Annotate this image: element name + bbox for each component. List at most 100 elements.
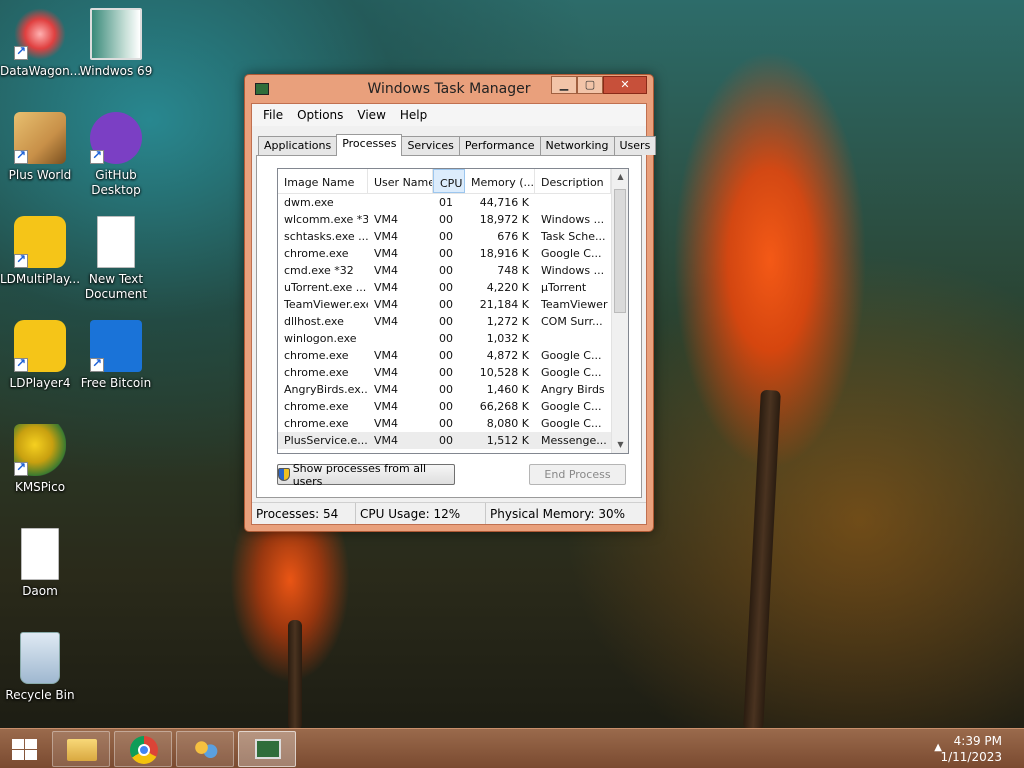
cell-memory: 66,268 K <box>479 400 529 413</box>
menu-options[interactable]: Options <box>290 108 350 122</box>
cell-description: Google C... <box>541 247 602 260</box>
process-row[interactable]: dwm.exe 01 44,716 K <box>278 194 628 211</box>
shortcut-arrow-icon <box>90 356 104 372</box>
menu-view[interactable]: View <box>350 108 392 122</box>
menu-help[interactable]: Help <box>393 108 434 122</box>
window-titlebar[interactable]: Windows Task Manager ▁ ▢ ✕ <box>245 75 653 103</box>
column-header-cpu[interactable]: CPU <box>433 169 465 193</box>
desktop-icon-label: Recycle Bin <box>5 688 75 702</box>
cell-user-name: VM4 <box>374 383 399 396</box>
shortcut-arrow-icon <box>14 356 28 372</box>
menu-bar: File Options View Help <box>252 104 646 126</box>
cell-user-name: VM4 <box>374 298 399 311</box>
cell-cpu: 00 <box>439 230 453 243</box>
process-row[interactable]: AngryBirds.ex... VM4 00 1,460 K Angry Birds <box>278 381 628 398</box>
cell-image-name: AngryBirds.ex... <box>284 383 368 396</box>
tab-processes[interactable]: Processes <box>336 134 403 156</box>
scroll-up-arrow-icon[interactable]: ▲ <box>612 169 628 185</box>
cell-user-name: VM4 <box>374 264 399 277</box>
maximize-button[interactable]: ▢ <box>577 76 603 94</box>
end-process-button[interactable]: End Process <box>529 464 626 485</box>
desktop-icon-github-desktop[interactable]: GitHub Desktop <box>76 112 156 198</box>
cell-cpu: 00 <box>439 417 453 430</box>
task-manager-window[interactable]: Windows Task Manager ▁ ▢ ✕ File Options … <box>244 74 657 532</box>
process-row[interactable]: dllhost.exe VM4 00 1,272 K COM Surr... <box>278 313 628 330</box>
process-row[interactable]: wlcomm.exe *32 VM4 00 18,972 K Windows ... <box>278 211 628 228</box>
desktop-icon-ldmultiplayer[interactable]: LDMultiPlay... <box>0 216 80 287</box>
process-row[interactable]: chrome.exe VM4 00 4,872 K Google C... <box>278 347 628 364</box>
tab-networking[interactable]: Networking <box>539 136 615 155</box>
users-icon <box>191 738 221 762</box>
task-manager-icon <box>255 739 281 759</box>
tab-strip: Applications Processes Services Performa… <box>258 134 657 156</box>
desktop-icon-new-text-document[interactable]: New Text Document <box>76 216 156 302</box>
cell-description: Angry Birds <box>541 383 605 396</box>
taskbar: ▲ 4:39 PM 1/11/2023 <box>0 728 1024 768</box>
shortcut-arrow-icon <box>90 148 104 164</box>
scroll-down-arrow-icon[interactable]: ▼ <box>612 437 628 453</box>
tab-users[interactable]: Users <box>613 136 657 155</box>
process-row[interactable]: TeamViewer.exe VM4 00 21,184 K TeamViewer <box>278 296 628 313</box>
desktop-icon-label: LDPlayer4 <box>9 376 71 390</box>
taskbar-clock[interactable]: 4:39 PM 1/11/2023 <box>940 733 1002 765</box>
process-row[interactable]: chrome.exe VM4 00 10,528 K Google C... <box>278 364 628 381</box>
cell-description: Google C... <box>541 400 602 413</box>
menu-file[interactable]: File <box>256 108 290 122</box>
taskbar-users-app[interactable] <box>176 731 234 767</box>
process-row[interactable]: winlogon.exe 00 1,032 K <box>278 330 628 347</box>
cell-image-name: PlusService.e... <box>284 434 368 447</box>
desktop-icon-datawagon[interactable]: DataWagon... <box>0 8 80 79</box>
cell-memory: 1,272 K <box>486 315 529 328</box>
process-row[interactable]: uTorrent.exe ... VM4 00 4,220 K µTorrent <box>278 279 628 296</box>
windows-logo-icon <box>25 750 37 760</box>
cell-image-name: chrome.exe <box>284 366 349 379</box>
column-header-user-name[interactable]: User Name <box>368 169 433 193</box>
cell-description: µTorrent <box>541 281 587 294</box>
column-header-description[interactable]: Description <box>535 169 611 193</box>
desktop-icon-free-bitcoin[interactable]: Free Bitcoin <box>76 320 156 391</box>
taskbar-file-explorer[interactable] <box>52 731 110 767</box>
desktop-icon-label: DataWagon... <box>0 64 80 78</box>
desktop-icon-ldplayer4[interactable]: LDPlayer4 <box>0 320 80 391</box>
process-list[interactable]: Image Name User Name CPU Memory (... Des… <box>277 168 629 454</box>
shortcut-arrow-icon <box>14 148 28 164</box>
process-rows: dwm.exe 01 44,716 K wlcomm.exe *32 VM4 00 18,9… <box>278 194 628 449</box>
desktop-icon-label: Daom <box>22 584 58 598</box>
minimize-button[interactable]: ▁ <box>551 76 577 94</box>
tab-services[interactable]: Services <box>401 136 460 155</box>
cell-image-name: chrome.exe <box>284 247 349 260</box>
cell-user-name: VM4 <box>374 400 399 413</box>
desktop-icon-recycle-bin[interactable]: Recycle Bin <box>0 632 80 703</box>
tab-performance[interactable]: Performance <box>458 136 541 155</box>
process-row[interactable]: chrome.exe VM4 00 18,916 K Google C... <box>278 245 628 262</box>
cell-image-name: wlcomm.exe *32 <box>284 213 368 226</box>
desktop-icon-daom[interactable]: Daom <box>0 528 80 599</box>
desktop-icon-kmspico[interactable]: KMSPico <box>0 424 80 495</box>
process-row[interactable]: cmd.exe *32 VM4 00 748 K Windows ... <box>278 262 628 279</box>
show-all-processes-button[interactable]: Show processes from all users <box>277 462 455 488</box>
scrollbar-thumb[interactable] <box>614 189 626 313</box>
cell-user-name <box>368 330 433 347</box>
taskbar-chrome[interactable] <box>114 731 172 767</box>
column-header-image-name[interactable]: Image Name <box>278 169 368 193</box>
start-button[interactable] <box>10 737 38 761</box>
window-preview-icon <box>90 8 142 60</box>
cell-cpu: 01 <box>439 196 453 209</box>
process-row[interactable]: chrome.exe VM4 00 8,080 K Google C... <box>278 415 628 432</box>
desktop-icon-plus-world[interactable]: Plus World <box>0 112 80 183</box>
cell-cpu: 00 <box>439 434 453 447</box>
processes-panel: Image Name User Name CPU Memory (... Des… <box>256 155 642 498</box>
plus-world-icon <box>14 112 66 164</box>
desktop-icon-windwos-69[interactable]: Windwos 69 <box>76 8 156 79</box>
close-button[interactable]: ✕ <box>603 76 647 94</box>
process-row[interactable]: PlusService.e... VM4 00 1,512 K Messenge... <box>278 432 628 449</box>
cell-user-name: VM4 <box>374 213 399 226</box>
process-row[interactable]: chrome.exe VM4 00 66,268 K Google C... <box>278 398 628 415</box>
github-icon <box>90 112 142 164</box>
tab-applications[interactable]: Applications <box>258 136 338 155</box>
process-row[interactable]: schtasks.exe ... VM4 00 676 K Task Sche... <box>278 228 628 245</box>
column-header-memory[interactable]: Memory (... <box>465 169 535 193</box>
recycle-bin-icon <box>20 632 60 684</box>
vertical-scrollbar[interactable]: ▲ ▼ <box>611 169 628 453</box>
taskbar-task-manager[interactable] <box>238 731 296 767</box>
